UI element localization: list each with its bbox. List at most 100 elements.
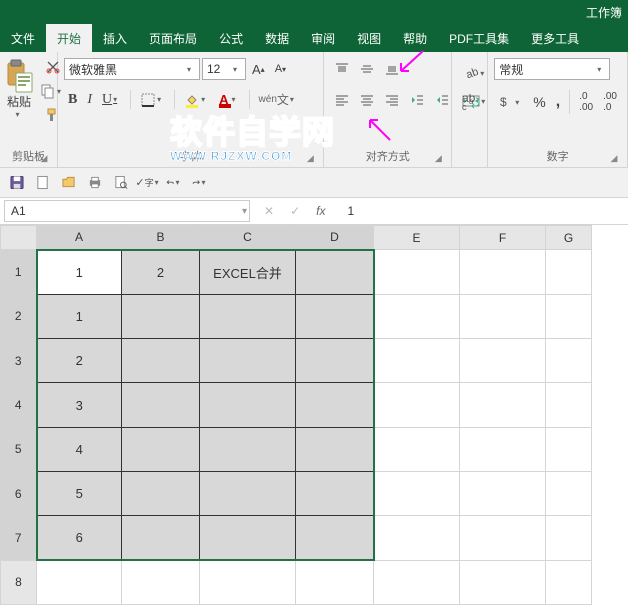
row-header-2[interactable]: 2 bbox=[1, 294, 37, 338]
cell-G6[interactable] bbox=[546, 472, 592, 516]
cell-D7[interactable] bbox=[296, 516, 374, 560]
col-header-G[interactable]: G bbox=[546, 226, 592, 250]
phonetic-button[interactable]: wén文▾ bbox=[255, 88, 302, 111]
tab-审阅[interactable]: 审阅 bbox=[300, 24, 346, 52]
cell-B5[interactable] bbox=[122, 427, 200, 471]
col-header-E[interactable]: E bbox=[374, 226, 460, 250]
cell-F5[interactable] bbox=[460, 427, 546, 471]
cell-A3[interactable]: 2 bbox=[37, 339, 122, 383]
cell-G1[interactable] bbox=[546, 250, 592, 294]
cell-F3[interactable] bbox=[460, 339, 546, 383]
cell-A1[interactable]: 1 bbox=[37, 250, 122, 294]
cell-C2[interactable] bbox=[200, 294, 296, 338]
cell-C1[interactable]: EXCEL合并 bbox=[200, 250, 296, 294]
row-header-7[interactable]: 7 bbox=[1, 516, 37, 560]
select-all-corner[interactable] bbox=[1, 226, 37, 250]
cell-G2[interactable] bbox=[546, 294, 592, 338]
decrease-indent-button[interactable] bbox=[405, 89, 429, 111]
cell-F4[interactable] bbox=[460, 383, 546, 427]
spelling-button[interactable]: ✓字▾ bbox=[136, 172, 158, 194]
cell-D4[interactable] bbox=[296, 383, 374, 427]
tab-文件[interactable]: 文件 bbox=[0, 24, 46, 52]
align-left-button[interactable] bbox=[330, 89, 354, 111]
cancel-formula-button[interactable]: ✕ bbox=[260, 201, 278, 221]
decrease-font-button[interactable]: A▾ bbox=[271, 60, 290, 78]
cell-G7[interactable] bbox=[546, 516, 592, 560]
cell-A5[interactable]: 4 bbox=[37, 427, 122, 471]
cell-B2[interactable] bbox=[122, 294, 200, 338]
redo-button[interactable]: ▾ bbox=[188, 172, 210, 194]
row-header-5[interactable]: 5 bbox=[1, 427, 37, 471]
percent-button[interactable]: % bbox=[529, 91, 549, 113]
tab-帮助[interactable]: 帮助 bbox=[392, 24, 438, 52]
cell-A7[interactable]: 6 bbox=[37, 516, 122, 560]
cell-B3[interactable] bbox=[122, 339, 200, 383]
italic-button[interactable]: I bbox=[83, 89, 96, 111]
cell-D3[interactable] bbox=[296, 339, 374, 383]
tab-PDF工具集[interactable]: PDF工具集 bbox=[438, 24, 520, 52]
formula-input[interactable]: 1 bbox=[339, 204, 628, 218]
cell-A4[interactable]: 3 bbox=[37, 383, 122, 427]
number-dialog-launcher[interactable]: ◢ bbox=[608, 152, 620, 164]
bold-button[interactable]: B bbox=[64, 89, 81, 111]
undo-button[interactable]: ▾ bbox=[162, 172, 184, 194]
cell-A2[interactable]: 1 bbox=[37, 294, 122, 338]
cell-A6[interactable]: 5 bbox=[37, 472, 122, 516]
tab-页面布局[interactable]: 页面布局 bbox=[138, 24, 208, 52]
row-header-8[interactable]: 8 bbox=[1, 560, 37, 604]
fill-color-button[interactable]: ▾ bbox=[180, 89, 213, 111]
align-center-button[interactable] bbox=[355, 89, 379, 111]
underline-button[interactable]: U▾ bbox=[98, 89, 125, 111]
cell-C6[interactable] bbox=[200, 472, 296, 516]
font-size-select[interactable]: 12▾ bbox=[202, 58, 246, 80]
save-button[interactable] bbox=[6, 172, 28, 194]
cell-F6[interactable] bbox=[460, 472, 546, 516]
tab-视图[interactable]: 视图 bbox=[346, 24, 392, 52]
quick-print-button[interactable] bbox=[84, 172, 106, 194]
print-preview-button[interactable] bbox=[110, 172, 132, 194]
cell-F8[interactable] bbox=[460, 560, 546, 604]
cell-F1[interactable] bbox=[460, 250, 546, 294]
cell-E4[interactable] bbox=[374, 383, 460, 427]
cell-C8[interactable] bbox=[200, 560, 296, 604]
font-dialog-launcher[interactable]: ◢ bbox=[304, 152, 316, 164]
col-header-A[interactable]: A bbox=[37, 226, 122, 250]
cell-D2[interactable] bbox=[296, 294, 374, 338]
row-header-6[interactable]: 6 bbox=[1, 472, 37, 516]
tab-更多工具[interactable]: 更多工具 bbox=[520, 24, 590, 52]
col-header-F[interactable]: F bbox=[460, 226, 546, 250]
cell-B4[interactable] bbox=[122, 383, 200, 427]
cell-B1[interactable]: 2 bbox=[122, 250, 200, 294]
cell-F2[interactable] bbox=[460, 294, 546, 338]
cell-C4[interactable] bbox=[200, 383, 296, 427]
align-bottom-button[interactable] bbox=[380, 58, 404, 80]
cell-C7[interactable] bbox=[200, 516, 296, 560]
align-top-button[interactable] bbox=[330, 58, 354, 80]
cell-G5[interactable] bbox=[546, 427, 592, 471]
cell-E5[interactable] bbox=[374, 427, 460, 471]
cell-G3[interactable] bbox=[546, 339, 592, 383]
fx-button[interactable]: fx bbox=[312, 201, 329, 221]
cell-B7[interactable] bbox=[122, 516, 200, 560]
open-button[interactable] bbox=[58, 172, 80, 194]
increase-decimal-button[interactable]: .0.00 bbox=[575, 88, 597, 116]
align-right-button[interactable] bbox=[380, 89, 404, 111]
increase-indent-button[interactable] bbox=[430, 89, 454, 111]
decrease-decimal-button[interactable]: .00.0 bbox=[599, 88, 621, 116]
col-header-D[interactable]: D bbox=[296, 226, 374, 250]
tab-数据[interactable]: 数据 bbox=[254, 24, 300, 52]
cell-C3[interactable] bbox=[200, 339, 296, 383]
cell-D6[interactable] bbox=[296, 472, 374, 516]
comma-button[interactable]: , bbox=[552, 90, 564, 114]
row-header-3[interactable]: 3 bbox=[1, 339, 37, 383]
font-color-button[interactable]: A▾ bbox=[215, 89, 243, 111]
cell-B6[interactable] bbox=[122, 472, 200, 516]
cell-E8[interactable] bbox=[374, 560, 460, 604]
spreadsheet-grid[interactable]: ABCDEFG112EXCEL合并2132435465768 bbox=[0, 225, 592, 605]
cell-E1[interactable] bbox=[374, 250, 460, 294]
font-name-select[interactable]: 微软雅黑▾ bbox=[64, 58, 200, 80]
cell-D8[interactable] bbox=[296, 560, 374, 604]
tab-开始[interactable]: 开始 bbox=[46, 24, 92, 52]
cell-G8[interactable] bbox=[546, 560, 592, 604]
cell-E6[interactable] bbox=[374, 472, 460, 516]
